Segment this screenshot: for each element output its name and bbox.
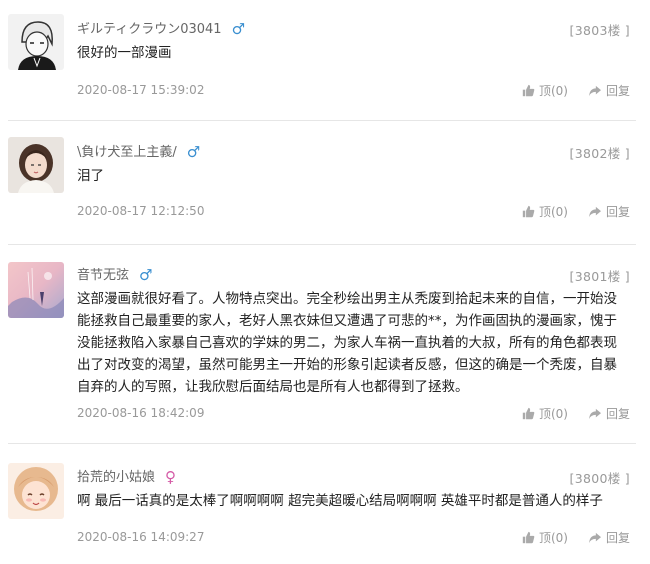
comment-text: 啊 最后一话真的是太棒了啊啊啊啊 超完美超暖心结局啊啊啊 英雄平时都是普通人的样… [77,493,603,509]
avatar[interactable] [8,137,64,193]
floor-number: [3803楼 ] [569,23,630,38]
timestamp: 2020-08-17 12:12:50 [77,204,205,218]
timestamp: 2020-08-17 15:39:02 [77,83,205,97]
username[interactable]: 拾荒的小姑娘 ♀ [77,466,177,486]
like-label: 顶(0) [538,205,568,219]
avatar-image [8,137,64,193]
like-button[interactable]: 顶(0) [522,405,568,422]
comment-text: 很好的一部漫画 [77,45,172,61]
username-text[interactable]: \負け犬至上主義/ [77,145,177,160]
reply-label: 回复 [605,407,630,421]
male-icon: ♂ [231,20,246,38]
male-icon: ♂ [139,266,153,284]
username-text[interactable]: 音节无弦 [77,268,129,283]
thumbs-up-icon [522,531,535,544]
comment-actions: 顶(0) 回复 [522,529,630,546]
reply-button[interactable]: 回复 [588,405,630,422]
share-arrow-icon [588,532,601,543]
like-label: 顶(0) [538,531,568,545]
divider [8,244,636,245]
floor-number: [3802楼 ] [569,146,630,161]
male-icon: ♂ [186,143,201,161]
female-icon: ♀ [165,468,177,486]
username-text[interactable]: 拾荒的小姑娘 [77,470,155,485]
thumbs-up-icon [522,407,535,420]
share-arrow-icon [588,206,601,217]
comment-text: 泪了 [77,168,104,184]
avatar-image [8,463,64,519]
avatar[interactable] [8,262,64,318]
username[interactable]: 音节无弦 ♂ [77,264,153,284]
comment-actions: 顶(0) 回复 [522,82,630,99]
like-label: 顶(0) [538,84,568,98]
floor-number: [3801楼 ] [569,269,630,284]
divider [8,443,636,444]
comment-actions: 顶(0) 回复 [522,405,630,422]
like-label: 顶(0) [538,407,568,421]
reply-label: 回复 [605,531,630,545]
divider [8,120,636,121]
avatar[interactable] [8,463,64,519]
username[interactable]: ギルティクラウン03041 ♂ [77,18,246,38]
username[interactable]: \負け犬至上主義/ ♂ [77,141,201,161]
reply-button[interactable]: 回复 [588,203,630,220]
share-arrow-icon [588,85,601,96]
avatar[interactable] [8,14,64,70]
avatar-image [8,14,64,70]
timestamp: 2020-08-16 18:42:09 [77,406,205,420]
reply-button[interactable]: 回复 [588,82,630,99]
like-button[interactable]: 顶(0) [522,203,568,220]
thumbs-up-icon [522,205,535,218]
username-text[interactable]: ギルティクラウン03041 [77,22,222,37]
avatar-image [8,262,64,318]
like-button[interactable]: 顶(0) [522,529,568,546]
floor-number: [3800楼 ] [569,471,630,486]
comment-actions: 顶(0) 回复 [522,203,630,220]
comment-text: 这部漫画就很好看了。人物特点突出。完全秒绘出男主从秃废到拾起未来的自信，一开始没… [77,291,617,395]
reply-button[interactable]: 回复 [588,529,630,546]
reply-label: 回复 [605,205,630,219]
thumbs-up-icon [522,84,535,97]
share-arrow-icon [588,408,601,419]
like-button[interactable]: 顶(0) [522,82,568,99]
timestamp: 2020-08-16 14:09:27 [77,530,205,544]
reply-label: 回复 [605,84,630,98]
